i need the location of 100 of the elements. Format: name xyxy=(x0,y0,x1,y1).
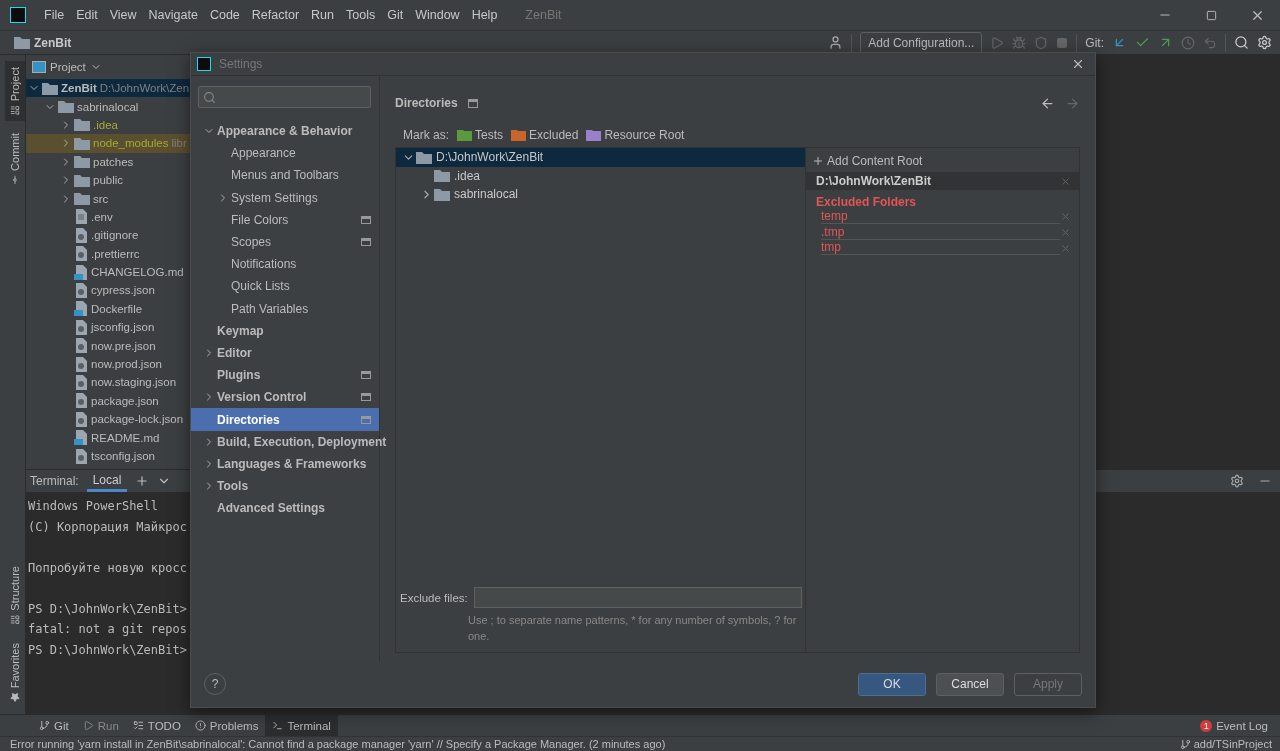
back-icon[interactable] xyxy=(1040,95,1055,111)
tree-row[interactable]: jsconfig.json xyxy=(26,318,190,337)
remove-icon[interactable] xyxy=(1060,242,1071,254)
tree-row[interactable]: now.prod.json xyxy=(26,354,190,374)
tool-tab[interactable]: Terminal xyxy=(265,714,338,737)
mark-as-option[interactable]: Tests xyxy=(457,128,504,142)
path-hint: libr xyxy=(171,137,187,150)
add-icon[interactable] xyxy=(135,474,150,488)
menu-item[interactable]: File xyxy=(38,8,71,22)
tree-row[interactable]: sabrinalocal xyxy=(26,97,190,116)
dialog-button[interactable]: Cancel xyxy=(936,672,1004,696)
tree-item-label: node_modules xyxy=(93,137,169,150)
settings-nav-item[interactable]: Editor xyxy=(191,341,379,365)
menu-item[interactable]: Run xyxy=(305,8,340,22)
user-icon[interactable] xyxy=(828,35,844,50)
tree-item-label: now.prod.json xyxy=(91,358,162,371)
menu-item[interactable]: Refactor xyxy=(245,8,306,22)
settings-nav-item[interactable]: Advanced Settings xyxy=(191,497,379,520)
settings-nav-item[interactable]: Version Control xyxy=(191,386,379,409)
settings-icon[interactable] xyxy=(1257,35,1272,50)
settings-nav-item[interactable]: Menus and Toolbars xyxy=(191,164,379,187)
tool-window-tab[interactable]: Project xyxy=(4,61,25,122)
tree-row[interactable]: .env xyxy=(26,207,190,227)
settings-nav-item[interactable]: Appearance xyxy=(191,142,379,165)
remove-icon[interactable] xyxy=(1060,227,1071,239)
tree-item-label: README.md xyxy=(91,431,160,444)
menu-item[interactable]: Help xyxy=(465,8,504,22)
settings-nav-item[interactable]: Path Variables xyxy=(191,297,379,320)
settings-nav-item[interactable]: Scopes xyxy=(191,230,379,254)
menu-item[interactable]: Tools xyxy=(340,8,382,22)
settings-nav-item[interactable]: File Colors xyxy=(191,208,379,231)
menu-item[interactable]: Navigate xyxy=(142,8,204,22)
menu-item[interactable]: View xyxy=(103,8,143,22)
maximize-icon[interactable] xyxy=(1205,9,1217,21)
directory-row[interactable]: D:\JohnWork\ZenBit xyxy=(396,148,805,167)
tree-row[interactable]: CHANGELOG.md xyxy=(26,262,190,282)
file-icon xyxy=(74,338,88,354)
tree-item-label: package.json xyxy=(91,394,159,407)
tool-tab[interactable]: TODO xyxy=(125,714,188,737)
branch-name[interactable]: add/TSinProject xyxy=(1193,738,1272,750)
content-root-row[interactable]: D:\JohnWork\ZenBit xyxy=(806,172,1079,190)
tree-row[interactable]: patches xyxy=(26,152,190,171)
directory-row[interactable]: .idea xyxy=(396,166,805,185)
tree-row[interactable]: src xyxy=(26,189,190,208)
settings-nav-item[interactable]: Quick Lists xyxy=(191,275,379,298)
menu-item[interactable]: Edit xyxy=(70,8,104,22)
tree-row[interactable]: .idea xyxy=(26,115,190,135)
tool-tab[interactable]: Problems xyxy=(187,714,266,737)
tool-window-tab[interactable]: Favorites xyxy=(4,636,25,708)
add-configuration-button[interactable]: Add Configuration... xyxy=(860,31,983,54)
tree-row[interactable]: package-lock.json xyxy=(26,410,190,429)
settings-nav-item[interactable]: Notifications xyxy=(191,253,379,276)
search-field[interactable] xyxy=(198,86,371,108)
event-log-link[interactable]: Event Log xyxy=(1216,719,1268,732)
tree-row[interactable]: now.staging.json xyxy=(26,373,190,392)
tree-row[interactable]: ZenBit D:\JohnWork\Zen xyxy=(26,79,190,98)
tree-row[interactable]: README.md xyxy=(26,428,190,447)
settings-icon[interactable] xyxy=(1230,474,1244,488)
history-icon[interactable] xyxy=(1181,35,1195,50)
mark-as-option[interactable]: Excluded xyxy=(511,128,579,142)
menu-item[interactable]: Git xyxy=(381,8,410,22)
tree-item-label: .env xyxy=(91,210,113,223)
run-icon[interactable] xyxy=(990,35,1005,50)
mark-as-option[interactable]: Resource Root xyxy=(586,128,685,142)
settings-nav-item[interactable]: Tools xyxy=(191,475,379,498)
breadcrumb[interactable]: ZenBit xyxy=(34,35,72,50)
dialog-button[interactable]: OK xyxy=(858,672,926,696)
add-content-root-button[interactable]: Add Content Root xyxy=(806,152,929,170)
settings-nav-item[interactable]: Appearance & Behavior xyxy=(191,120,379,143)
tree-row[interactable]: tsconfig.json xyxy=(26,446,190,466)
directory-row[interactable]: sabrinalocal xyxy=(396,185,805,204)
coverage-icon[interactable] xyxy=(1034,35,1049,50)
tree-row[interactable]: package.json xyxy=(26,391,190,411)
menu-item[interactable]: Window xyxy=(409,8,466,22)
tool-window-tab[interactable]: Structure xyxy=(4,560,25,631)
tree-row[interactable]: node_modules libr xyxy=(26,134,190,153)
settings-nav-item[interactable]: Plugins xyxy=(191,364,379,387)
tree-row[interactable]: cypress.json xyxy=(26,281,190,300)
tree-row[interactable]: public xyxy=(26,170,190,190)
tree-row[interactable]: .gitignore xyxy=(26,226,190,245)
tool-window-tab[interactable]: Commit xyxy=(4,127,25,192)
remove-icon[interactable] xyxy=(1060,175,1071,187)
settings-nav-item[interactable]: Languages & Frameworks xyxy=(191,452,379,475)
exclude-files-field[interactable] xyxy=(473,587,802,608)
settings-nav-item[interactable]: System Settings xyxy=(191,186,379,209)
settings-nav-item[interactable]: Directories xyxy=(191,408,379,431)
search-icon[interactable] xyxy=(1234,35,1249,50)
menu-item[interactable]: Code xyxy=(203,8,246,22)
forward-icon[interactable] xyxy=(1065,95,1080,111)
remove-icon[interactable] xyxy=(1060,211,1071,223)
close-icon[interactable] xyxy=(1071,57,1085,71)
tree-row[interactable]: Dockerfile xyxy=(26,299,190,319)
panel-title[interactable]: Project xyxy=(50,61,86,73)
settings-nav-item[interactable]: Keymap xyxy=(191,319,379,342)
stop-icon[interactable] xyxy=(1056,36,1069,49)
rollback-icon[interactable] xyxy=(1203,35,1217,50)
tree-row[interactable]: .prettierrc xyxy=(26,244,190,263)
tree-row[interactable]: now.pre.json xyxy=(26,336,190,355)
debug-icon[interactable] xyxy=(1012,35,1027,50)
tool-tab[interactable]: Git xyxy=(32,714,76,737)
